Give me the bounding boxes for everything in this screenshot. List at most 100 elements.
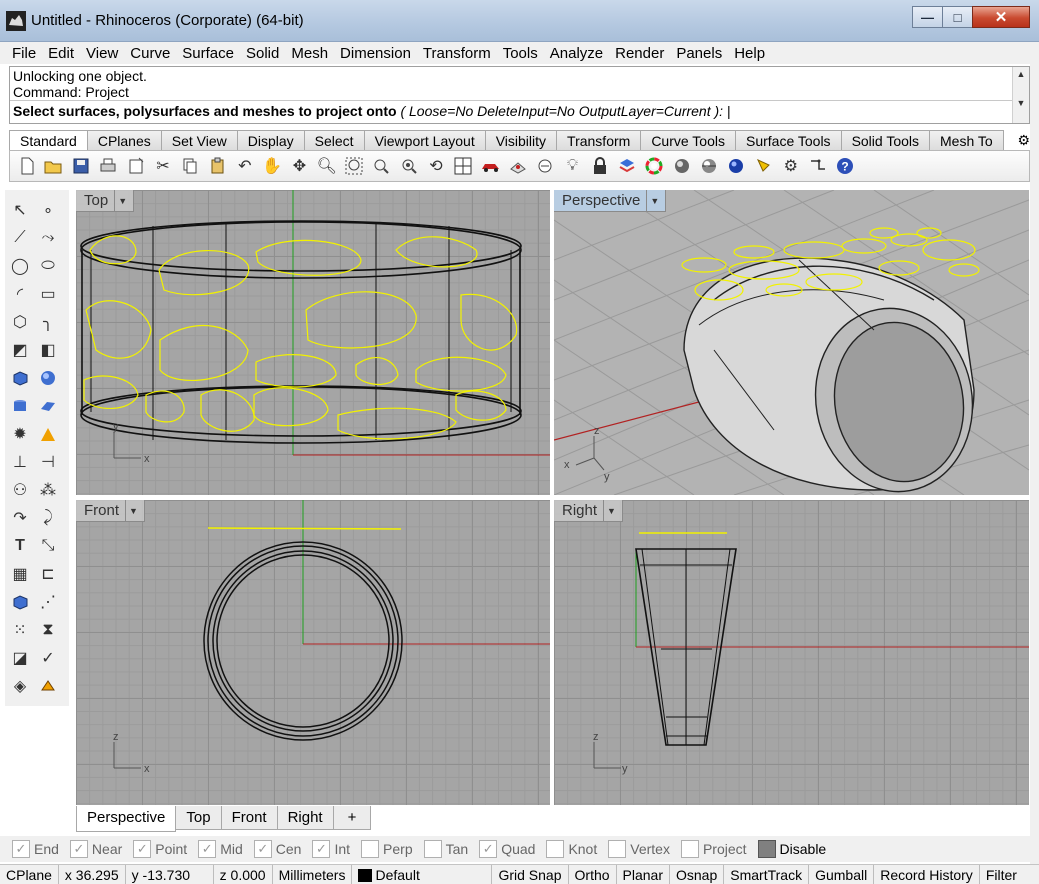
smarttrack-toggle[interactable]: SmartTrack	[724, 864, 810, 884]
rectangle-icon[interactable]: ▭	[35, 282, 61, 306]
four-viewports-icon[interactable]	[451, 154, 476, 179]
command-scrollbar[interactable]: ▲ ▼	[1012, 67, 1029, 123]
polyline-icon[interactable]: ⟋	[7, 226, 33, 250]
grid-snap-icon[interactable]	[806, 154, 831, 179]
osnap-mid[interactable]: ✓ Mid	[198, 840, 243, 858]
rotate-3d-icon[interactable]: ⤸	[35, 506, 61, 530]
copy-icon[interactable]	[178, 154, 203, 179]
tab-transform[interactable]: Transform	[556, 130, 642, 150]
rotate-icon[interactable]: ↷	[7, 506, 33, 530]
osnap-checkbox[interactable]	[423, 840, 442, 858]
osnap-end[interactable]: ✓ End	[12, 840, 59, 858]
cplane-status[interactable]: CPlane	[0, 864, 59, 884]
command-area[interactable]: Unlocking one object. Command: Project S…	[9, 66, 1030, 124]
menu-help[interactable]: Help	[728, 45, 771, 62]
viewport-top[interactable]: x y Top ▼	[76, 190, 550, 495]
menu-render[interactable]: Render	[609, 45, 670, 62]
check-icon[interactable]: ✓	[35, 646, 61, 670]
units-status[interactable]: Millimeters	[273, 864, 353, 884]
menu-solid[interactable]: Solid	[240, 45, 285, 62]
osnap-checkbox[interactable]: ✓	[253, 840, 272, 858]
scroll-down-icon[interactable]: ▼	[1013, 96, 1029, 110]
osnap-perp[interactable]: Perp	[361, 840, 413, 858]
surface-corner-icon[interactable]: ◩	[7, 338, 33, 362]
zoom-selected-icon[interactable]	[396, 154, 421, 179]
material-icon[interactable]	[35, 674, 61, 698]
tab-viewport-layout[interactable]: Viewport Layout	[363, 130, 486, 150]
point-icon[interactable]: ∘	[35, 198, 61, 222]
osnap-disable[interactable]: Disable	[757, 840, 826, 858]
viewport-right[interactable]: y z Right ▼	[554, 500, 1029, 805]
dropdown-arrow-icon[interactable]: ▼	[646, 190, 659, 212]
rendered-sphere-icon[interactable]	[696, 154, 721, 179]
osnap-near[interactable]: ✓ Near	[69, 840, 122, 858]
osnap-vertex[interactable]: Vertex	[608, 840, 670, 858]
zoom-icon[interactable]: 🔍︎	[314, 154, 339, 179]
menu-curve[interactable]: Curve	[124, 45, 176, 62]
viewport-tab-right[interactable]: Right	[276, 806, 334, 830]
tab-set-view[interactable]: Set View	[160, 130, 238, 150]
pan-icon[interactable]: ✋	[260, 154, 285, 179]
paste-icon[interactable]	[205, 154, 230, 179]
explode-icon[interactable]	[35, 422, 61, 446]
record-history-toggle[interactable]: Record History	[874, 864, 980, 884]
viewport-label-right[interactable]: Right ▼	[554, 500, 623, 522]
osnap-checkbox[interactable]: ✓	[12, 840, 30, 858]
menu-view[interactable]: View	[80, 45, 124, 62]
help-icon[interactable]: ?	[833, 154, 858, 179]
array-icon[interactable]: ▦	[7, 562, 33, 586]
solid-box-icon[interactable]	[7, 590, 33, 614]
ortho-toggle[interactable]: Ortho	[569, 864, 617, 884]
car-icon[interactable]	[478, 154, 503, 179]
dimension-icon[interactable]: ⊏	[35, 562, 61, 586]
osnap-quad[interactable]: ✓ Quad	[479, 840, 535, 858]
tab-surface-tools[interactable]: Surface Tools	[734, 130, 842, 150]
osnap-point[interactable]: ✓ Point	[133, 840, 187, 858]
spotlight-icon[interactable]	[751, 154, 776, 179]
scroll-up-icon[interactable]: ▲	[1013, 67, 1029, 81]
grid-dots-icon[interactable]: ⋰	[35, 590, 61, 614]
extrude-icon[interactable]: ◧	[35, 338, 61, 362]
scale-icon[interactable]: ⤡	[35, 534, 61, 558]
tab-display[interactable]: Display	[236, 130, 305, 150]
ellipse-icon[interactable]: ⬭	[35, 254, 61, 278]
tab-curve-tools[interactable]: Curve Tools	[640, 130, 736, 150]
command-options[interactable]: ( Loose=No DeleteInput=No OutputLayer=Cu…	[400, 103, 723, 119]
tab-select[interactable]: Select	[303, 130, 365, 150]
menu-surface[interactable]: Surface	[176, 45, 240, 62]
points-on-icon[interactable]: ⁂	[35, 478, 61, 502]
osnap-cen[interactable]: ✓ Cen	[253, 840, 301, 858]
menu-dimension[interactable]: Dimension	[334, 45, 417, 62]
tab-solid-tools[interactable]: Solid Tools	[840, 130, 931, 150]
menu-panels[interactable]: Panels	[670, 45, 728, 62]
tab-standard[interactable]: Standard	[9, 130, 88, 151]
fillet-icon[interactable]: ╮	[35, 310, 61, 334]
add-viewport-tab-button[interactable]: +	[332, 806, 372, 830]
grid-snap-toggle[interactable]: Grid Snap	[492, 864, 569, 884]
menu-analyze[interactable]: Analyze	[544, 45, 609, 62]
viewport-tab-top[interactable]: Top	[175, 806, 222, 830]
hide-icon[interactable]	[533, 154, 558, 179]
viewport-label-top[interactable]: Top ▼	[76, 190, 135, 212]
import-icon[interactable]	[123, 154, 148, 179]
osnap-checkbox[interactable]	[680, 840, 699, 858]
select-arrow-icon[interactable]: ↖	[7, 198, 33, 222]
viewport-label-front[interactable]: Front ▼	[76, 500, 145, 522]
gumball-toggle[interactable]: Gumball	[809, 864, 875, 884]
osnap-checkbox[interactable]: ✓	[312, 840, 331, 858]
lock-icon[interactable]	[587, 154, 612, 179]
osnap-checkbox[interactable]	[546, 840, 565, 858]
project-icon[interactable]: ⊥	[7, 450, 33, 474]
viewport-label-perspective[interactable]: Perspective ▼	[554, 190, 667, 212]
osnap-tan[interactable]: Tan	[423, 840, 468, 858]
cut-icon[interactable]: ✂	[150, 154, 175, 179]
undo-icon[interactable]: ↶	[232, 154, 257, 179]
open-icon[interactable]	[41, 154, 66, 179]
viewport-tab-front[interactable]: Front	[220, 806, 278, 830]
zoom-extents-icon[interactable]	[369, 154, 394, 179]
arc-icon[interactable]: ◜	[7, 282, 33, 306]
light-icon[interactable]: 💡︎	[560, 154, 585, 179]
print-icon[interactable]	[96, 154, 121, 179]
text-icon[interactable]: T	[7, 534, 33, 558]
menu-transform[interactable]: Transform	[417, 45, 497, 62]
